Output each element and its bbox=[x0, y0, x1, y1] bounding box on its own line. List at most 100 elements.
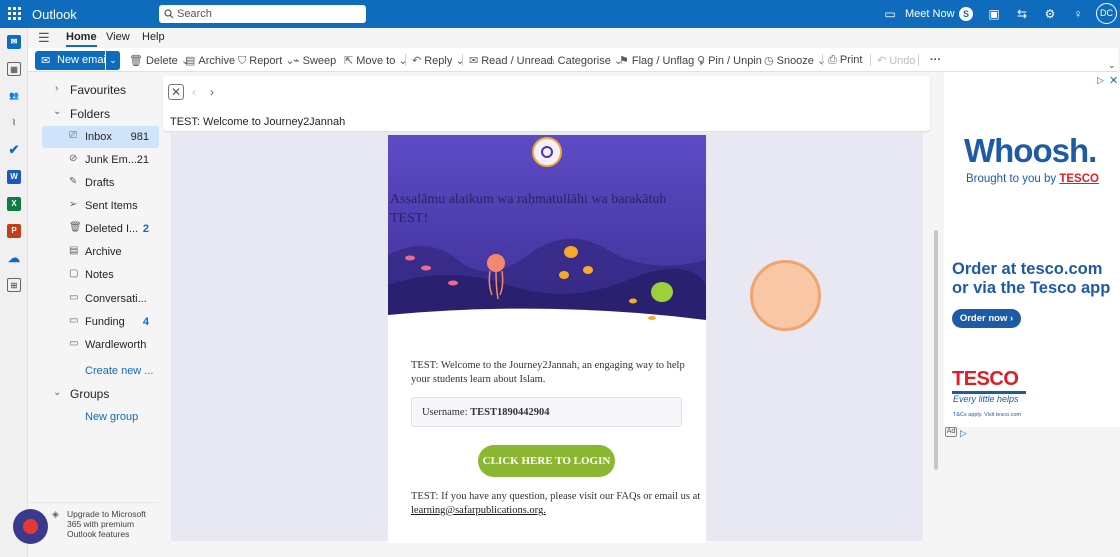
adchoices-icon[interactable]: ▷ bbox=[960, 428, 967, 439]
new-email-dropdown-icon[interactable]: ⌄ bbox=[105, 51, 120, 70]
flag-icon: ⚑ bbox=[619, 55, 629, 67]
categorise-button[interactable]: ⌂ Categorise ⌄ bbox=[548, 54, 626, 67]
chevron-down-icon[interactable]: ⌄ bbox=[53, 106, 61, 117]
onedrive-icon[interactable]: ☁ bbox=[7, 251, 21, 265]
report-button[interactable]: ⛉ Report ⌄ bbox=[238, 54, 298, 68]
folder-drafts[interactable]: ✎ Drafts bbox=[42, 172, 175, 194]
folder-conversation-history[interactable]: ▭ Conversati... bbox=[42, 288, 175, 310]
junk-icon: ⊘ bbox=[69, 153, 78, 164]
print-button[interactable]: ⎙ Print bbox=[828, 54, 862, 67]
folders-header[interactable]: Folders bbox=[70, 107, 110, 121]
folder-inbox[interactable]: ⎚ Inbox 981 bbox=[42, 126, 159, 148]
folder-funding[interactable]: ▭ Funding 4 bbox=[42, 311, 175, 333]
compass-icon bbox=[541, 146, 553, 158]
ad-info-icon[interactable]: ▷ bbox=[1097, 75, 1104, 86]
folder-sent[interactable]: ➢ Sent Items bbox=[42, 195, 175, 217]
diamond-icon: ◈ bbox=[52, 509, 59, 519]
ad-pane[interactable]: ▷ ✕ Whoosh. Brought to you by TESCO Orde… bbox=[944, 72, 1120, 427]
more-apps-icon[interactable]: ⊞ bbox=[7, 278, 21, 292]
tab-help[interactable]: Help bbox=[142, 31, 165, 43]
pin-button[interactable]: ⚲ Pin / Unpin bbox=[697, 54, 762, 67]
chevron-down-icon[interactable]: ⌄ bbox=[53, 387, 61, 398]
read-unread-button[interactable]: ✉ Read / Unread bbox=[469, 54, 553, 67]
ad-terms: T&Cs apply. Visit tesco.com bbox=[953, 412, 1021, 418]
folder-archive[interactable]: ▤ Archive bbox=[42, 241, 175, 263]
folder-count: 4 bbox=[142, 316, 149, 328]
move-to-button[interactable]: ⇱ Move to ⌄ bbox=[344, 54, 411, 67]
app-launcher-icon[interactable] bbox=[8, 7, 21, 20]
scrollbar-thumb[interactable] bbox=[934, 230, 938, 470]
search-placeholder: Search bbox=[177, 8, 212, 20]
greeting-text: Assalāmu alaikum wa raḥmatullāhi wa bara… bbox=[390, 192, 667, 226]
flag-button[interactable]: ⚑ Flag / Unflag ⌄ bbox=[619, 54, 710, 67]
previous-icon[interactable]: ‹ bbox=[192, 85, 196, 99]
calendar-icon[interactable]: ▦ bbox=[7, 62, 21, 76]
close-icon[interactable]: ✕ bbox=[168, 84, 184, 100]
teams-icon[interactable]: ▣ bbox=[987, 7, 1001, 21]
ad-label[interactable]: Ad bbox=[945, 427, 957, 437]
undo-label: Undo bbox=[889, 55, 916, 67]
favourites-header[interactable]: Favourites bbox=[70, 83, 126, 97]
upgrade-banner[interactable]: ◈ Upgrade to Microsoft 365 with premium … bbox=[29, 502, 159, 557]
delete-label: Delete bbox=[145, 55, 178, 67]
login-button[interactable]: CLICK HERE TO LOGIN bbox=[478, 445, 615, 477]
folder-move-icon: ⇱ bbox=[344, 55, 354, 67]
tab-view[interactable]: View bbox=[106, 31, 130, 43]
groups-header[interactable]: Groups bbox=[70, 387, 109, 401]
ribbon-collapse-icon[interactable]: ⌄ bbox=[1108, 60, 1116, 71]
create-new-folder-link[interactable]: Create new ... bbox=[85, 365, 153, 377]
attachment-icon[interactable]: ⌇ bbox=[7, 116, 21, 130]
mail-icon[interactable]: ✉ bbox=[7, 35, 21, 49]
reply-label: Reply bbox=[424, 55, 453, 67]
feedback-icon[interactable]: ⇆ bbox=[1015, 7, 1029, 21]
scrollbar[interactable] bbox=[932, 135, 940, 557]
hamburger-icon[interactable]: ☰ bbox=[38, 30, 50, 46]
read-unread-label: Read / Unread bbox=[481, 55, 553, 67]
folder-label: Sent Items bbox=[85, 200, 138, 212]
chevron-right-icon[interactable]: › bbox=[55, 83, 58, 94]
tab-home[interactable]: Home bbox=[66, 31, 97, 47]
record-button[interactable] bbox=[13, 509, 48, 544]
new-group-link[interactable]: New group bbox=[85, 411, 138, 423]
next-icon[interactable]: › bbox=[210, 85, 214, 99]
undo-button[interactable]: ↶ Undo bbox=[877, 54, 916, 67]
word-icon[interactable]: W bbox=[7, 170, 21, 184]
folder-junk[interactable]: ⊘ Junk Em... 21 bbox=[42, 149, 175, 171]
order-now-button[interactable]: Order now › bbox=[952, 309, 1021, 328]
folder-wardleworth[interactable]: ▭ Wardleworth bbox=[42, 334, 175, 356]
folder-label: Deleted I... bbox=[85, 223, 139, 235]
reply-button[interactable]: ↶ Reply ⌄ bbox=[412, 54, 468, 67]
tag-icon: ⌂ bbox=[548, 55, 555, 67]
journey2jannah-logo bbox=[532, 137, 562, 167]
new-email-icon: ✉ bbox=[41, 55, 51, 67]
skype-icon[interactable]: S bbox=[959, 7, 973, 21]
avatar[interactable]: DC bbox=[1096, 3, 1117, 24]
folder-label: Funding bbox=[85, 316, 125, 328]
divider bbox=[462, 54, 463, 66]
todo-icon[interactable]: ✔ bbox=[7, 143, 21, 157]
excel-icon[interactable]: X bbox=[7, 197, 21, 211]
snooze-label: Snooze bbox=[776, 55, 814, 67]
folder-label: Wardleworth bbox=[85, 339, 147, 351]
support-email-link[interactable]: learning@safarpublications.org. bbox=[411, 505, 546, 516]
tips-icon[interactable]: ♀ bbox=[1071, 7, 1085, 21]
meet-now-button[interactable]: Meet Now bbox=[905, 8, 955, 20]
ad-close-icon[interactable]: ✕ bbox=[1109, 74, 1118, 87]
folder-deleted[interactable]: 🗑 Deleted I... 2 bbox=[42, 218, 175, 240]
folder-notes[interactable]: ▢ Notes bbox=[42, 264, 175, 286]
app-name[interactable]: Outlook bbox=[32, 7, 77, 22]
sweep-button[interactable]: ⌁ Sweep bbox=[293, 54, 336, 67]
divider bbox=[870, 54, 871, 66]
video-call-icon[interactable]: ▭ bbox=[883, 7, 897, 21]
archive-button[interactable]: ▤ Archive bbox=[185, 54, 235, 67]
settings-icon[interactable]: ⚙ bbox=[1043, 7, 1057, 21]
faq-text: TEST: If you have any question, please v… bbox=[411, 490, 701, 518]
people-icon[interactable]: 👥 bbox=[7, 89, 21, 103]
note-icon: ▢ bbox=[69, 268, 79, 279]
clock-icon: ◷ bbox=[764, 55, 774, 67]
search-input[interactable]: Search bbox=[159, 5, 366, 23]
delete-button[interactable]: 🗑 Delete ⌄ bbox=[129, 54, 193, 67]
snooze-button[interactable]: ◷Snooze ⌄ bbox=[764, 54, 829, 67]
powerpoint-icon[interactable]: P bbox=[7, 224, 21, 238]
more-options-button[interactable]: ··· bbox=[930, 54, 941, 66]
